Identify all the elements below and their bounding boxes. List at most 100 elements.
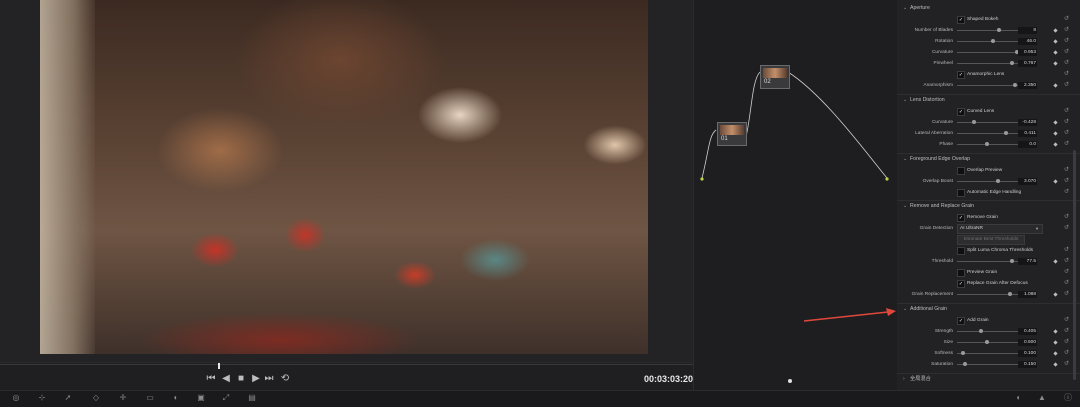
value-field[interactable]: 8 — [1018, 27, 1037, 34]
reset-icon[interactable]: ↺ — [1064, 139, 1069, 150]
reset-icon[interactable]: ↺ — [1064, 359, 1069, 370]
color-wheels-icon[interactable]: ◎ — [10, 392, 22, 403]
magic-mask-icon[interactable]: ▭ — [144, 392, 156, 403]
node-01[interactable]: 01 — [717, 122, 747, 146]
value-field[interactable]: 0.500 — [1018, 339, 1037, 346]
slider-knob[interactable] — [996, 179, 1000, 183]
step-back-icon[interactable]: ◀ — [219, 373, 233, 385]
slider-knob[interactable] — [1004, 131, 1008, 135]
playhead[interactable] — [218, 363, 220, 369]
panel-scrollbar[interactable] — [1073, 150, 1076, 380]
value-field[interactable]: 0.953 — [1018, 49, 1037, 56]
color-picker-icon[interactable]: ➚ — [62, 392, 74, 403]
slider-knob[interactable] — [1013, 83, 1017, 87]
keyframe-icon[interactable] — [1053, 83, 1058, 88]
stop-icon[interactable]: ■ — [234, 373, 248, 385]
keyframe-icon[interactable] — [1053, 39, 1058, 44]
reset-icon[interactable]: ↺ — [1064, 58, 1069, 69]
value-field[interactable]: 3.070 — [1018, 178, 1037, 185]
reset-icon[interactable]: ↺ — [1064, 245, 1069, 256]
reset-icon[interactable]: ↺ — [1064, 256, 1069, 267]
keyframe-icon[interactable] — [1053, 61, 1058, 66]
overlap-preview-checkbox[interactable] — [957, 167, 965, 175]
blur-icon[interactable]: ◐ — [170, 392, 182, 403]
primaries-bars-icon[interactable]: ⊹ — [36, 392, 48, 403]
tracker-icon[interactable]: ✛ — [117, 392, 129, 403]
value-field[interactable]: 0.100 — [1018, 350, 1037, 357]
value-field[interactable]: 2.350 — [1018, 82, 1037, 89]
keyframe-icon[interactable] — [1053, 120, 1058, 125]
reset-icon[interactable]: ↺ — [1064, 106, 1069, 117]
reset-icon[interactable]: ↺ — [1064, 267, 1069, 278]
loop-icon[interactable]: ⟲ — [278, 373, 292, 385]
estimate-best-thresholds-button[interactable]: Estimate Best Thresholds — [957, 235, 1025, 245]
anamorphic-lens-checkbox[interactable]: ✓ — [957, 71, 965, 79]
toggle-icon[interactable]: ◖ — [1012, 392, 1024, 403]
keyframe-icon[interactable] — [1053, 362, 1058, 367]
node-02[interactable]: 02 — [760, 65, 790, 89]
reset-icon[interactable]: ↺ — [1064, 223, 1069, 234]
keyframe-icon[interactable] — [1053, 259, 1058, 264]
keyframe-icon[interactable] — [1053, 329, 1058, 334]
reset-icon[interactable]: ↺ — [1064, 348, 1069, 359]
reset-icon[interactable]: ↺ — [1064, 69, 1069, 80]
section-foreground-edge-overlap[interactable]: ⌄ Foreground Edge Overlap — [897, 153, 1080, 164]
value-field[interactable]: 46.0 — [1018, 38, 1037, 45]
reset-icon[interactable]: ↺ — [1064, 165, 1069, 176]
skip-back-icon[interactable]: ⏮ — [204, 373, 218, 385]
window-icon[interactable]: ◇ — [90, 392, 102, 403]
keyframe-icon[interactable] — [1053, 131, 1058, 136]
reset-icon[interactable]: ↺ — [1064, 80, 1069, 91]
slider-knob[interactable] — [985, 340, 989, 344]
section-global-blend[interactable]: › 全局混合 — [897, 373, 1080, 384]
key-icon[interactable]: ▣ — [195, 392, 207, 403]
value-field[interactable]: 0.150 — [1018, 361, 1037, 368]
value-field[interactable]: 77.5 — [1018, 258, 1037, 265]
automatic-edge-checkbox[interactable] — [957, 189, 965, 197]
shaped-bokeh-checkbox[interactable]: ✓ — [957, 16, 965, 24]
slider-knob[interactable] — [961, 351, 965, 355]
keyframe-icon[interactable] — [1053, 351, 1058, 356]
value-field[interactable]: 1.088 — [1018, 291, 1037, 298]
info-icon[interactable]: ⓘ — [1062, 392, 1074, 403]
reset-icon[interactable]: ↺ — [1064, 117, 1069, 128]
section-lens-distortion[interactable]: ⌄ Lens Distortion — [897, 94, 1080, 105]
skip-forward-icon[interactable]: ⏭ — [262, 373, 276, 385]
reset-icon[interactable]: ↺ — [1064, 47, 1069, 58]
slider-knob[interactable] — [972, 120, 976, 124]
reset-icon[interactable]: ↺ — [1064, 278, 1069, 289]
slider-knob[interactable] — [997, 28, 1001, 32]
value-field[interactable]: 0.0 — [1018, 141, 1037, 148]
preview-grain-checkbox[interactable] — [957, 269, 965, 277]
keyframe-icon[interactable] — [1053, 142, 1058, 147]
slider-knob[interactable] — [991, 39, 995, 43]
keyframe-icon[interactable] — [1053, 28, 1058, 33]
slider-knob[interactable] — [979, 329, 983, 333]
play-icon[interactable]: ▶ — [249, 373, 263, 385]
reset-icon[interactable]: ↺ — [1064, 289, 1069, 300]
slider-knob[interactable] — [1010, 61, 1014, 65]
keyframe-icon[interactable] — [1053, 50, 1058, 55]
node-graph[interactable]: 01 02 — [693, 0, 898, 390]
keyframe-icon[interactable] — [1053, 179, 1058, 184]
reset-icon[interactable]: ↺ — [1064, 212, 1069, 223]
3d-icon[interactable]: ▤ — [246, 392, 258, 403]
split-luma-checkbox[interactable] — [957, 247, 965, 255]
keyframe-icon[interactable] — [1053, 292, 1058, 297]
section-remove-replace-grain[interactable]: ⌄ Remove and Replace Grain — [897, 200, 1080, 211]
reset-icon[interactable]: ↺ — [1064, 176, 1069, 187]
slider-knob[interactable] — [1008, 292, 1012, 296]
curved-lens-checkbox[interactable]: ✓ — [957, 108, 965, 116]
slider-knob[interactable] — [1010, 259, 1014, 263]
reset-icon[interactable]: ↺ — [1064, 315, 1069, 326]
reset-icon[interactable]: ↺ — [1064, 326, 1069, 337]
reset-icon[interactable]: ↺ — [1064, 187, 1069, 198]
section-aperture[interactable]: ⌄ Aperture — [897, 3, 1080, 13]
reset-icon[interactable]: ↺ — [1064, 337, 1069, 348]
slider-knob[interactable] — [985, 142, 989, 146]
sizing-icon[interactable]: ⤢ — [220, 392, 232, 403]
replace-after-defocus-checkbox[interactable]: ✓ — [957, 280, 965, 288]
value-field[interactable]: 0.411 — [1018, 130, 1037, 137]
scrubber-track[interactable] — [0, 364, 693, 365]
keyframe-icon[interactable] — [1053, 340, 1058, 345]
